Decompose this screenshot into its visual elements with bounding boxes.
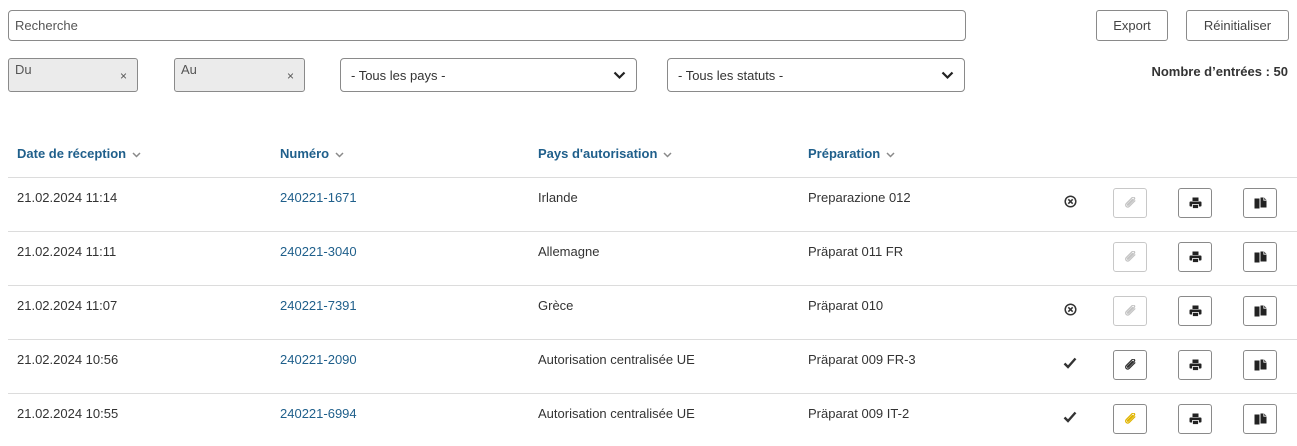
sort-chevron-icon: [132, 146, 141, 161]
sort-chevron-icon: [663, 146, 672, 161]
column-header-country[interactable]: Pays d'autorisation: [538, 146, 672, 161]
country-cell: Irlande: [538, 190, 578, 205]
status-select[interactable]: - Tous les statuts -: [667, 58, 965, 92]
cancelled-icon: [1063, 302, 1077, 316]
search-input[interactable]: [8, 10, 966, 41]
date-cell: 21.02.2024 11:11: [17, 244, 117, 259]
chevron-down-icon: [941, 68, 954, 83]
attachment-button[interactable]: [1113, 188, 1147, 218]
checkmark-icon: [1063, 356, 1077, 370]
attachment-button[interactable]: [1113, 242, 1147, 272]
paperclip-icon: [1124, 359, 1137, 371]
date-to-clear-icon[interactable]: ×: [287, 69, 294, 83]
print-button[interactable]: [1178, 404, 1212, 434]
table-row: 21.02.2024 11:14 240221-1671 Irlande Prepar…: [0, 178, 1297, 230]
duplicate-button[interactable]: [1243, 242, 1277, 272]
paperclip-icon: [1124, 197, 1137, 209]
preparation-cell: Präparat 009 IT-2: [808, 406, 910, 421]
copy-icon: [1254, 359, 1267, 371]
number-link[interactable]: 240221-6994: [280, 406, 357, 421]
printer-icon: [1189, 197, 1202, 209]
column-header-label: Date de réception: [17, 146, 127, 161]
printer-icon: [1189, 305, 1202, 317]
country-select[interactable]: - Tous les pays -: [340, 58, 637, 92]
export-button[interactable]: Export: [1096, 10, 1168, 41]
printer-icon: [1189, 359, 1202, 371]
duplicate-button[interactable]: [1243, 350, 1277, 380]
country-select-value: - Tous les pays -: [351, 67, 446, 83]
checkmark-icon: [1063, 410, 1077, 424]
country-cell: Autorisation centralisée UE: [538, 406, 695, 421]
table-row: 21.02.2024 10:56 240221-2090 Autorisation …: [0, 340, 1297, 392]
copy-icon: [1254, 305, 1267, 317]
number-link[interactable]: 240221-2090: [280, 352, 357, 367]
entries-count: Nombre d’entrées : 50: [1151, 64, 1288, 79]
print-button[interactable]: [1178, 350, 1212, 380]
date-cell: 21.02.2024 10:56: [17, 352, 119, 367]
number-link[interactable]: 240221-1671: [280, 190, 357, 205]
duplicate-button[interactable]: [1243, 296, 1277, 326]
column-header-number[interactable]: Numéro: [280, 146, 344, 161]
date-from-placeholder: Du: [15, 62, 32, 77]
print-button[interactable]: [1178, 242, 1212, 272]
printer-icon: [1189, 251, 1202, 263]
reset-button[interactable]: Réinitialiser: [1186, 10, 1289, 41]
attachment-button[interactable]: [1113, 296, 1147, 326]
column-header-label: Préparation: [808, 146, 881, 161]
date-to-placeholder: Au: [181, 62, 197, 77]
sort-chevron-icon: [335, 146, 344, 161]
table-row: 21.02.2024 10:55 240221-6994 Autorisation …: [0, 394, 1297, 446]
column-header-preparation[interactable]: Préparation: [808, 146, 895, 161]
paperclip-icon: [1124, 251, 1137, 263]
sort-chevron-icon: [886, 146, 895, 161]
paperclip-icon: [1124, 413, 1137, 425]
column-header-date[interactable]: Date de réception: [17, 146, 141, 161]
chevron-down-icon: [613, 68, 626, 83]
date-from-field[interactable]: Du ×: [8, 58, 138, 92]
number-link[interactable]: 240221-3040: [280, 244, 357, 259]
duplicate-button[interactable]: [1243, 404, 1277, 434]
number-link[interactable]: 240221-7391: [280, 298, 357, 313]
paperclip-icon: [1124, 305, 1137, 317]
preparation-cell: Präparat 010: [808, 298, 884, 313]
preparation-cell: Präparat 009 FR-3: [808, 352, 916, 367]
preparation-cell: Präparat 011 FR: [808, 244, 904, 259]
printer-icon: [1189, 413, 1202, 425]
country-cell: Grèce: [538, 298, 574, 313]
cancelled-icon: [1063, 194, 1077, 208]
copy-icon: [1254, 251, 1267, 263]
attachment-button[interactable]: [1113, 350, 1147, 380]
date-from-clear-icon[interactable]: ×: [120, 69, 127, 83]
status-select-value: - Tous les statuts -: [678, 67, 784, 83]
column-header-label: Pays d'autorisation: [538, 146, 658, 161]
table-row: 21.02.2024 11:07 240221-7391 Grèce Präparat…: [0, 286, 1297, 338]
copy-icon: [1254, 197, 1267, 209]
preparation-cell: Preparazione 012: [808, 190, 911, 205]
date-cell: 21.02.2024 11:07: [17, 298, 118, 313]
date-cell: 21.02.2024 11:14: [17, 190, 118, 205]
print-button[interactable]: [1178, 296, 1212, 326]
table-row: 21.02.2024 11:11 240221-3040 Allemagne Präp…: [0, 232, 1297, 284]
copy-icon: [1254, 413, 1267, 425]
country-cell: Allemagne: [538, 244, 600, 259]
column-header-label: Numéro: [280, 146, 330, 161]
country-cell: Autorisation centralisée UE: [538, 352, 695, 367]
attachment-button[interactable]: [1113, 404, 1147, 434]
date-cell: 21.02.2024 10:55: [17, 406, 119, 421]
date-to-field[interactable]: Au ×: [174, 58, 305, 92]
print-button[interactable]: [1178, 188, 1212, 218]
duplicate-button[interactable]: [1243, 188, 1277, 218]
